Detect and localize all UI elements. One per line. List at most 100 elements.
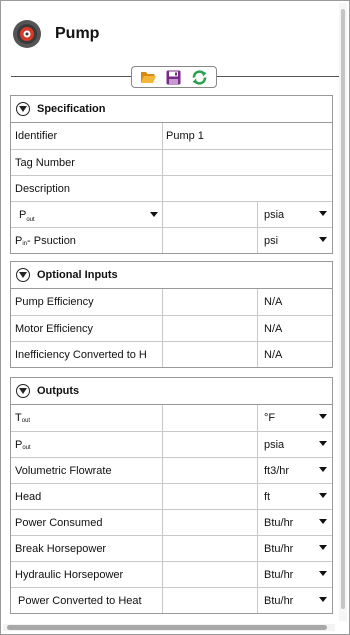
- output-value: [163, 458, 258, 483]
- unit-value: ft: [264, 490, 271, 503]
- pout-unit-select[interactable]: psia: [258, 202, 332, 227]
- unit-value: psia: [264, 208, 285, 221]
- chevron-down-icon[interactable]: [16, 268, 30, 282]
- row-label: Motor Efficiency: [11, 316, 163, 341]
- row-label: Tout: [11, 405, 163, 431]
- outputs-table: Tout °F Pout psia Volumetric Flowrate ft…: [10, 405, 333, 614]
- row-label: Inefficiency Converted to H: [11, 342, 163, 367]
- description-input[interactable]: [163, 176, 332, 201]
- page-title: Pump: [55, 25, 100, 42]
- vertical-scrollbar[interactable]: [339, 3, 347, 621]
- table-row: Volumetric Flowrate ft3/hr: [11, 457, 332, 483]
- na-value: N/A: [264, 296, 283, 308]
- table-row: Tag Number: [11, 149, 332, 175]
- table-row: Head ft: [11, 483, 332, 509]
- pout-select[interactable]: Pout: [11, 202, 163, 227]
- row-label: Power Converted to Heat: [11, 588, 163, 613]
- row-label: Hydraulic Horsepower: [11, 562, 163, 587]
- unit-value: Btu/hr: [264, 594, 294, 607]
- table-row: Inefficiency Converted to H N/A: [11, 341, 332, 367]
- chevron-down-icon[interactable]: [319, 414, 327, 419]
- row-label: Tag Number: [11, 150, 163, 175]
- tag-number-input[interactable]: [163, 150, 332, 175]
- identifier-input[interactable]: Pump 1: [163, 123, 332, 149]
- row-label: Power Consumed: [11, 510, 163, 535]
- tout-value: [163, 405, 258, 431]
- scrollbar-thumb[interactable]: [341, 9, 345, 609]
- chevron-down-icon[interactable]: [16, 102, 30, 116]
- table-row: Break Horsepower Btu/hr: [11, 535, 332, 561]
- chevron-down-icon[interactable]: [319, 467, 327, 472]
- section-title: Optional Inputs: [37, 269, 118, 281]
- power-converted-unit-select[interactable]: Btu/hr: [258, 588, 332, 613]
- table-row: Pump Efficiency N/A: [11, 289, 332, 315]
- row-label: Volumetric Flowrate: [11, 458, 163, 483]
- pout-input[interactable]: [163, 202, 258, 227]
- pout-output-unit-select[interactable]: psia: [258, 432, 332, 457]
- table-row: Pin - Psuction psi: [11, 227, 332, 253]
- row-label: Pump Efficiency: [11, 289, 163, 315]
- inefficiency-input[interactable]: [163, 342, 258, 367]
- row-label: Pout: [19, 208, 35, 223]
- section-optional-inputs[interactable]: Optional Inputs: [10, 261, 333, 289]
- scrollbar-thumb[interactable]: [7, 625, 327, 630]
- row-label: Pout: [11, 432, 163, 457]
- pin-unit-select[interactable]: psi: [258, 228, 332, 253]
- chevron-down-icon[interactable]: [319, 571, 327, 576]
- section-title: Specification: [37, 103, 106, 115]
- chevron-down-icon[interactable]: [319, 211, 327, 216]
- tout-unit-select[interactable]: °F: [258, 405, 332, 431]
- chevron-down-icon[interactable]: [319, 441, 327, 446]
- pout-output-value: [163, 432, 258, 457]
- table-row: Pout psia: [11, 201, 332, 227]
- unit-value: psia: [264, 438, 285, 451]
- pump-panel: Pump Specification Identifier Pump 1 Tag…: [0, 0, 350, 635]
- chevron-down-icon[interactable]: [319, 237, 327, 242]
- row-label: Pin - Psuction: [11, 228, 163, 253]
- chevron-down-icon[interactable]: [319, 597, 327, 602]
- pump-efficiency-input[interactable]: [163, 289, 258, 315]
- specification-table: Identifier Pump 1 Tag Number Description…: [10, 123, 333, 254]
- table-row: Motor Efficiency N/A: [11, 315, 332, 341]
- motor-efficiency-input[interactable]: [163, 316, 258, 341]
- chevron-down-icon[interactable]: [16, 384, 30, 398]
- table-row: Tout °F: [11, 405, 332, 431]
- output-value: [163, 562, 258, 587]
- volumetric-flowrate-unit-select[interactable]: ft3/hr: [258, 458, 332, 483]
- table-row: Power Converted to Heat Btu/hr: [11, 587, 332, 613]
- toolbar: [131, 66, 217, 88]
- folder-open-icon[interactable]: [139, 68, 159, 86]
- section-specification[interactable]: Specification: [10, 95, 333, 123]
- refresh-icon[interactable]: [189, 68, 209, 86]
- panel-header: Pump: [13, 17, 99, 51]
- pin-input[interactable]: [163, 228, 258, 253]
- section-outputs[interactable]: Outputs: [10, 377, 333, 405]
- horizontal-scrollbar[interactable]: [3, 624, 335, 631]
- row-label: Head: [11, 484, 163, 509]
- optional-inputs-table: Pump Efficiency N/A Motor Efficiency N/A…: [10, 289, 333, 368]
- table-row: Hydraulic Horsepower Btu/hr: [11, 561, 332, 587]
- row-label: Break Horsepower: [11, 536, 163, 561]
- head-unit-select[interactable]: ft: [258, 484, 332, 509]
- unit-value: Btu/hr: [264, 568, 294, 581]
- unit-value: ft3/hr: [264, 464, 290, 477]
- pump-icon: [13, 20, 41, 48]
- output-value: [163, 510, 258, 535]
- chevron-down-icon[interactable]: [319, 545, 327, 550]
- chevron-down-icon[interactable]: [319, 519, 327, 524]
- unit-value: Btu/hr: [264, 542, 294, 555]
- na-value: N/A: [264, 322, 283, 335]
- section-title: Outputs: [37, 385, 80, 397]
- hydraulic-horsepower-unit-select[interactable]: Btu/hr: [258, 562, 332, 587]
- row-label: Description: [11, 176, 163, 201]
- table-row: Power Consumed Btu/hr: [11, 509, 332, 535]
- table-row: Identifier Pump 1: [11, 123, 332, 149]
- table-row: Pout psia: [11, 431, 332, 457]
- chevron-down-icon[interactable]: [319, 493, 327, 498]
- chevron-down-icon[interactable]: [150, 212, 158, 217]
- break-horsepower-unit-select[interactable]: Btu/hr: [258, 536, 332, 561]
- output-value: [163, 536, 258, 561]
- power-consumed-unit-select[interactable]: Btu/hr: [258, 510, 332, 535]
- save-icon[interactable]: [164, 68, 184, 86]
- output-value: [163, 484, 258, 509]
